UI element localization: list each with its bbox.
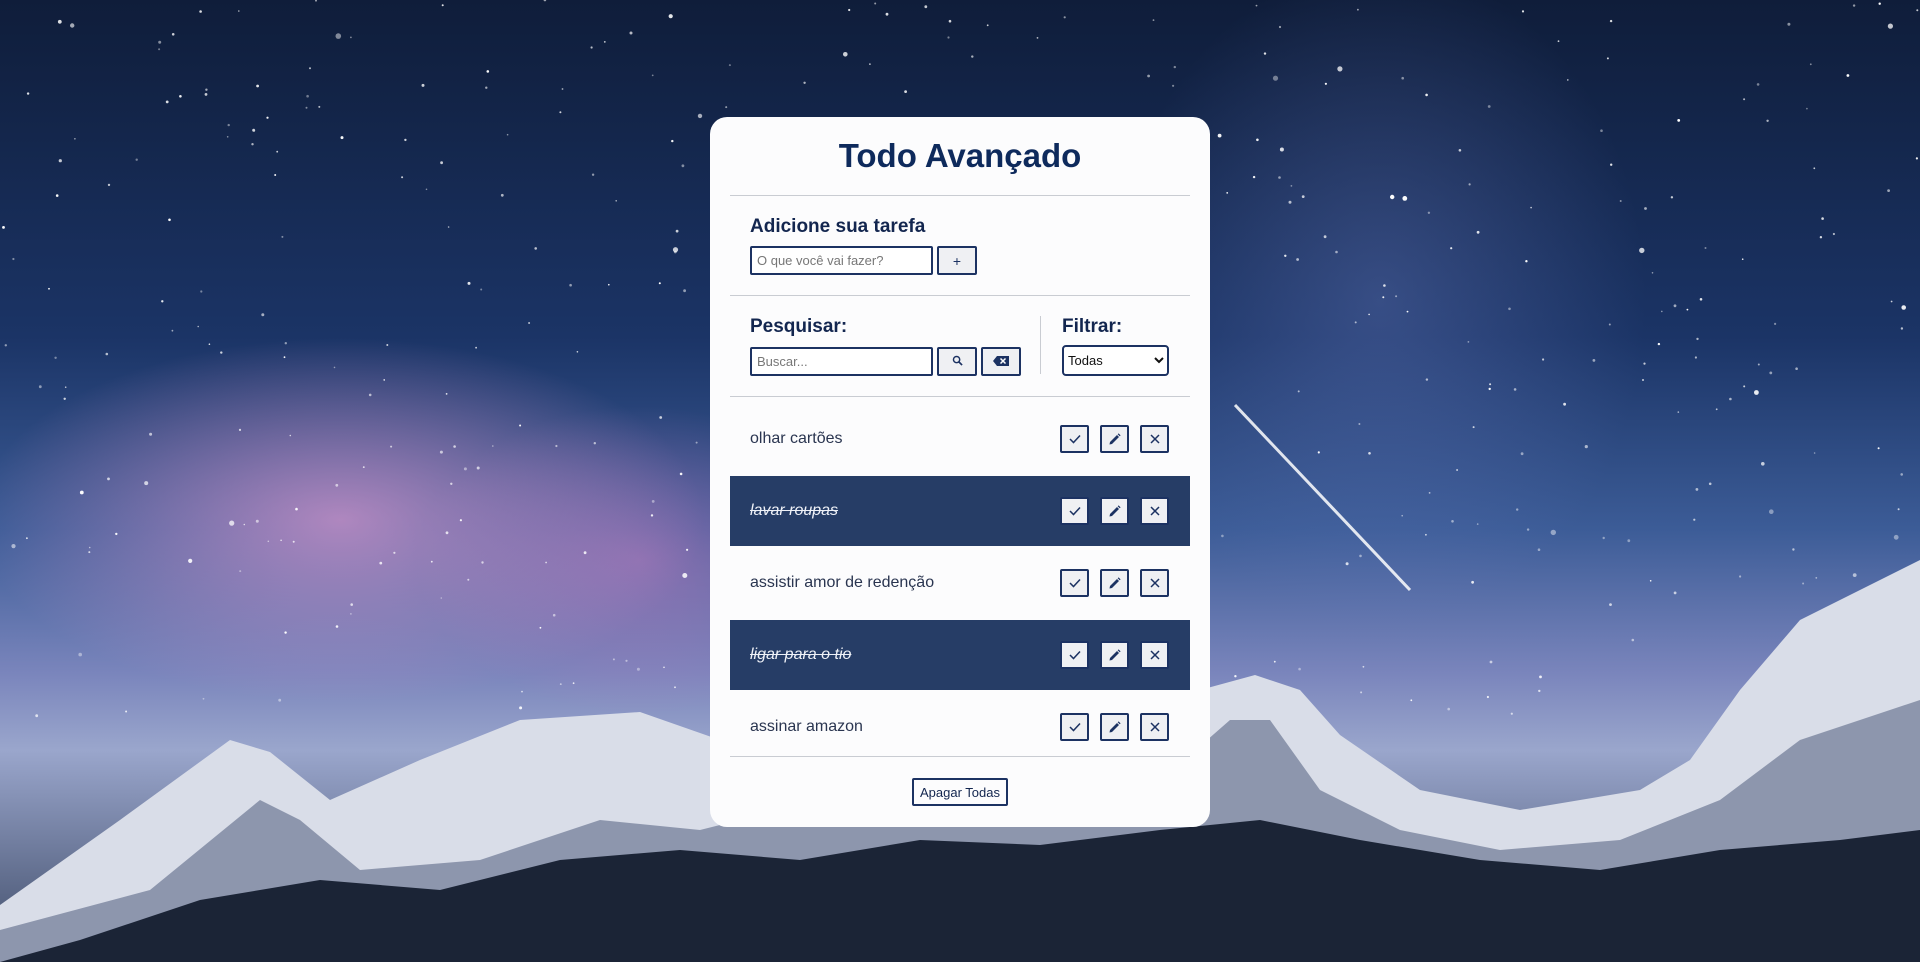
todo-text: assistir amor de redenção xyxy=(750,574,935,591)
check-icon xyxy=(1068,722,1081,732)
page-title: Todo Avançado xyxy=(838,137,1082,174)
remove-todo-button[interactable] xyxy=(1140,713,1169,741)
search-button[interactable] xyxy=(937,347,977,376)
delete-all-button[interactable]: Apagar Todas xyxy=(912,778,1008,806)
remove-todo-button[interactable] xyxy=(1140,497,1169,525)
edit-todo-button[interactable] xyxy=(1100,425,1129,453)
todo-card: Todo Avançado Adicione sua tarefa + Pesq… xyxy=(710,117,1210,827)
todo-text: ligar para o tio xyxy=(750,646,852,663)
todo-item: assistir amor de redenção xyxy=(730,548,1190,618)
check-icon xyxy=(1068,434,1081,444)
search-icon xyxy=(952,354,963,369)
add-task-label: Adicione sua tarefa xyxy=(750,216,926,237)
close-icon xyxy=(1149,506,1160,516)
add-task-input[interactable] xyxy=(750,246,933,275)
finish-todo-button[interactable] xyxy=(1060,713,1089,741)
search-input[interactable] xyxy=(750,347,933,376)
finish-todo-button[interactable] xyxy=(1060,641,1089,669)
todo-item: assinar amazon xyxy=(730,692,1190,762)
clear-search-button[interactable] xyxy=(981,347,1021,376)
todo-item: olhar cartões xyxy=(730,404,1190,474)
finish-todo-button[interactable] xyxy=(1060,569,1089,597)
search-label: Pesquisar: xyxy=(750,316,848,337)
check-icon xyxy=(1068,650,1081,660)
filter-label: Filtrar: xyxy=(1062,316,1123,337)
close-icon xyxy=(1149,578,1160,588)
remove-todo-button[interactable] xyxy=(1140,569,1169,597)
add-task-button[interactable]: + xyxy=(937,246,977,275)
pencil-icon xyxy=(1108,432,1121,446)
edit-todo-button[interactable] xyxy=(1100,497,1129,525)
finish-todo-button[interactable] xyxy=(1060,497,1089,525)
pencil-icon xyxy=(1108,720,1121,734)
divider xyxy=(730,396,1190,397)
remove-todo-button[interactable] xyxy=(1140,641,1169,669)
todo-item: lavar roupas xyxy=(730,476,1190,546)
pencil-icon xyxy=(1108,576,1121,590)
delete-all-label: Apagar Todas xyxy=(920,784,1000,800)
todo-text: lavar roupas xyxy=(750,502,839,519)
backspace-icon xyxy=(993,354,1009,369)
close-icon xyxy=(1149,434,1160,444)
finish-todo-button[interactable] xyxy=(1060,425,1089,453)
pencil-icon xyxy=(1108,648,1121,662)
edit-todo-button[interactable] xyxy=(1100,569,1129,597)
pencil-icon xyxy=(1108,504,1121,518)
divider xyxy=(730,195,1190,196)
divider xyxy=(730,295,1190,296)
search-filter-separator xyxy=(1040,316,1041,374)
close-icon xyxy=(1149,650,1160,660)
remove-todo-button[interactable] xyxy=(1140,425,1169,453)
close-icon xyxy=(1149,722,1160,732)
filter-select[interactable]: Todas xyxy=(1062,345,1169,376)
check-icon xyxy=(1068,506,1081,516)
todo-item: ligar para o tio xyxy=(730,620,1190,690)
divider xyxy=(730,756,1190,757)
check-icon xyxy=(1068,578,1081,588)
edit-todo-button[interactable] xyxy=(1100,713,1129,741)
edit-todo-button[interactable] xyxy=(1100,641,1129,669)
add-button-label: + xyxy=(952,252,962,269)
todo-text: olhar cartões xyxy=(750,430,843,447)
todo-text: assinar amazon xyxy=(750,718,863,735)
